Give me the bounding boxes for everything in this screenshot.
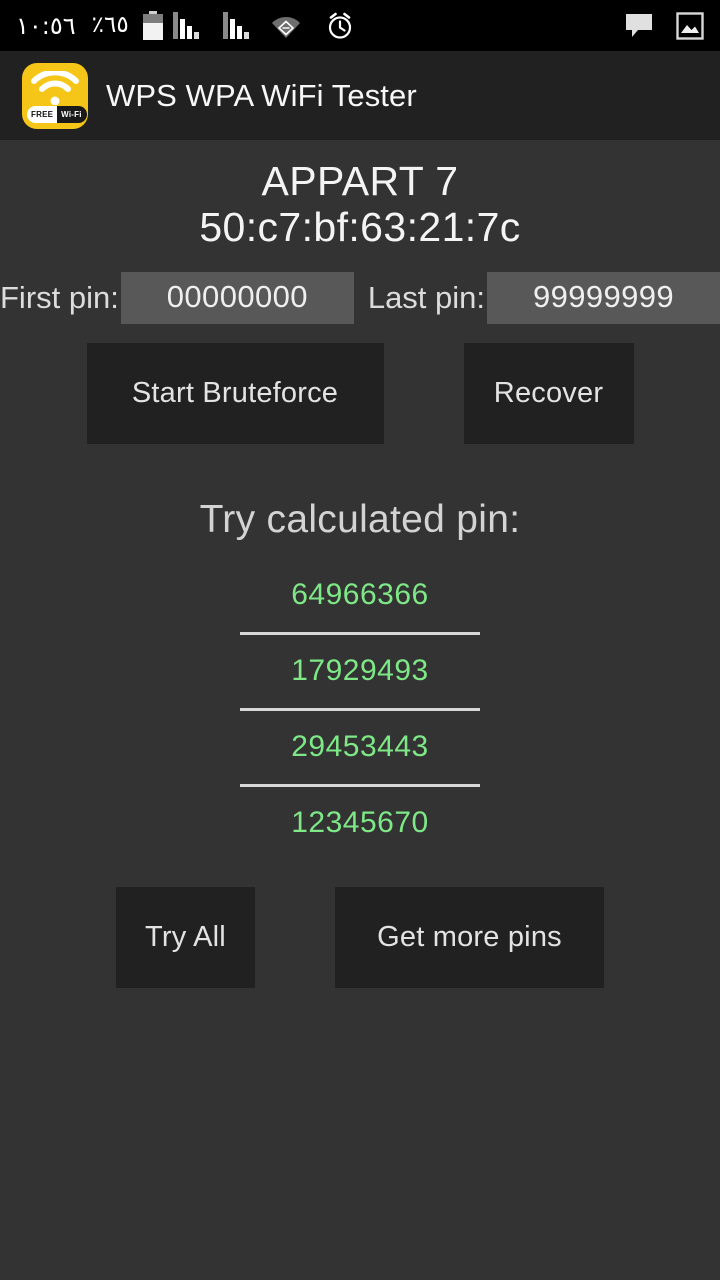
pin-range-row: First pin: Last pin: [0, 271, 720, 324]
last-pin-label: Last pin: [367, 279, 486, 315]
app-logo-badge: FREE Wi-Fi [27, 105, 87, 123]
calculated-button-row: Try All Get more pins [0, 886, 720, 988]
badge-free-label: FREE [27, 105, 58, 123]
app-bar: FREE Wi-Fi WPS WPA WiFi Tester [0, 51, 720, 140]
get-more-pins-button[interactable]: Get more pins [335, 886, 604, 988]
list-item[interactable]: 17929493 [0, 649, 720, 694]
list-divider [240, 631, 480, 635]
status-clock: ١٠:٥٦ [16, 11, 76, 40]
app-title: WPS WPA WiFi Tester [106, 77, 417, 113]
list-item[interactable]: 64966366 [0, 573, 720, 618]
start-bruteforce-button[interactable]: Start Bruteforce [86, 342, 384, 444]
first-pin-input[interactable] [120, 271, 354, 324]
alarm-clock-icon [325, 11, 355, 41]
list-divider [240, 783, 480, 787]
bruteforce-button-row: Start Bruteforce Recover [0, 342, 720, 444]
network-ssid: APPART 7 [261, 158, 459, 204]
network-bssid: 50:c7:bf:63:21:7c [199, 204, 521, 251]
wifi-icon [271, 13, 301, 39]
message-bubble-icon [624, 12, 654, 39]
battery-percent-label: ٪٦٥ [91, 12, 129, 38]
status-bar-right [624, 11, 704, 40]
signal-bars-icon [222, 12, 249, 39]
app-logo-icon: FREE Wi-Fi [22, 62, 88, 129]
list-divider [240, 707, 480, 711]
calculated-pins-heading: Try calculated pin: [199, 497, 521, 541]
list-item[interactable]: 12345670 [0, 801, 720, 846]
signal-bars-icon [172, 12, 199, 39]
status-bar-left: ١٠:٥٦ ٪٦٥ [0, 11, 355, 41]
battery-icon [142, 11, 163, 40]
list-item[interactable]: 29453443 [0, 725, 720, 770]
first-pin-label: First pin: [0, 279, 119, 315]
calculated-pin-list: 64966366 17929493 29453443 12345670 [0, 573, 720, 846]
badge-wifi-label: Wi-Fi [57, 105, 87, 123]
try-all-button[interactable]: Try All [116, 886, 255, 988]
app-screen: ١٠:٥٦ ٪٦٥ FREE Wi-Fi WPS WPA WiFi Tester… [0, 0, 720, 1280]
image-icon [676, 11, 704, 40]
status-bar: ١٠:٥٦ ٪٦٥ [0, 0, 720, 51]
recover-button[interactable]: Recover [463, 342, 634, 444]
main-content: APPART 7 50:c7:bf:63:21:7c First pin: La… [0, 140, 720, 1280]
last-pin-input[interactable] [487, 271, 720, 324]
